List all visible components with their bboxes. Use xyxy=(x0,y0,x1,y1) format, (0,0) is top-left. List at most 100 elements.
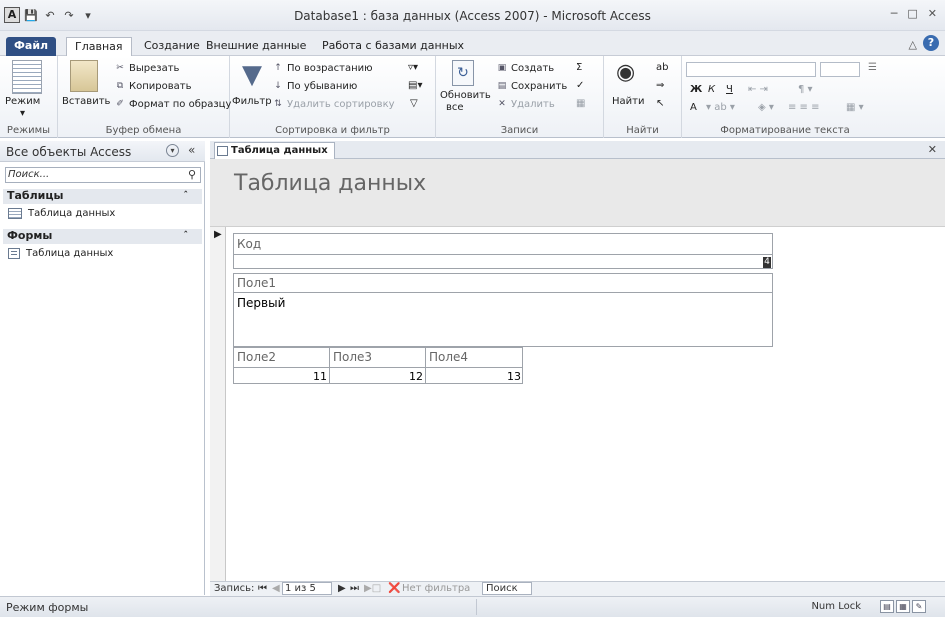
advanced-filter-icon[interactable]: ▤▾ xyxy=(408,80,422,91)
totals-icon[interactable]: Σ xyxy=(576,62,582,73)
underline-button[interactable]: Ч xyxy=(726,84,733,95)
select-icon[interactable]: ↖ xyxy=(656,98,664,109)
minimize-icon[interactable]: ─ xyxy=(891,7,898,20)
more-icon[interactable]: ▦ xyxy=(576,98,585,109)
font-color-button[interactable]: A xyxy=(690,102,697,113)
nav-pane-header[interactable]: Все объекты Access ▾ « xyxy=(0,141,205,162)
pole1-frame xyxy=(233,273,773,347)
binoculars-icon[interactable]: ◉ xyxy=(616,60,635,85)
tab-create[interactable]: Создание xyxy=(136,37,208,56)
refresh-all-button[interactable]: Обновить xyxy=(440,90,491,101)
remove-sort-label: Удалить сортировку xyxy=(287,98,395,110)
new-record-label: Создать xyxy=(511,62,555,74)
nav-item-form-label: Таблица данных xyxy=(26,248,114,259)
cut-button[interactable]: ✂ Вырезать xyxy=(114,62,179,74)
filter-status[interactable]: Нет фильтра xyxy=(402,583,470,594)
brush-icon: ✐ xyxy=(116,99,124,109)
record-label: Запись: xyxy=(214,583,255,594)
goto-icon[interactable]: ⇒ xyxy=(656,80,664,91)
format-painter-button[interactable]: ✐ Формат по образцу xyxy=(114,98,231,110)
scissors-icon: ✂ xyxy=(116,63,124,73)
group-clipboard: Вставить ✂ Вырезать ⧉ Копировать ✐ Формат п… xyxy=(58,56,231,138)
form-icon xyxy=(8,248,20,259)
gridlines-icon[interactable]: ▦ ▾ xyxy=(846,102,864,113)
nav-search-input[interactable]: Поиск... xyxy=(5,167,201,183)
selection-filter-icon[interactable]: ▿▾ xyxy=(408,62,418,73)
indent-icons[interactable]: ⇤ ⇥ xyxy=(748,84,768,95)
pole1-field[interactable]: Первый xyxy=(237,296,285,310)
nav-item-table[interactable]: Таблица данных xyxy=(8,208,115,219)
filter-button[interactable]: Фильтр xyxy=(232,96,272,107)
record-selector[interactable]: ▶ xyxy=(210,227,226,591)
nav-section-forms[interactable]: Формы ˆ xyxy=(3,229,202,244)
current-record-input[interactable]: 1 из 5 xyxy=(282,582,332,595)
group-sort-filter: ▼ Фильтр ↑ По возрастанию ↓ По убыванию ⇅ У… xyxy=(230,56,436,138)
fill-color-icon[interactable]: ◈ ▾ xyxy=(758,102,774,113)
font-size-select[interactable] xyxy=(820,62,860,77)
collapse-pane-icon[interactable]: « xyxy=(188,143,195,157)
view-icon[interactable] xyxy=(12,60,42,94)
group-views: Режим ▾ Режимы xyxy=(0,56,58,138)
list-icon[interactable]: ☰ xyxy=(868,62,877,73)
font-name-select[interactable] xyxy=(686,62,816,77)
document-tab[interactable]: Таблица данных xyxy=(214,142,335,159)
record-search-input[interactable]: Поиск xyxy=(482,582,532,595)
highlight-icon[interactable]: ▾ ab ▾ xyxy=(706,102,735,113)
align-icons[interactable]: ≡ ≡ ≡ xyxy=(788,102,820,113)
refresh-all-button-2[interactable]: все xyxy=(446,102,464,113)
close-document-icon[interactable]: ✕ xyxy=(928,143,937,156)
new-record-button[interactable]: ▣ Создать xyxy=(496,62,554,74)
save-record-button[interactable]: ▤ Сохранить xyxy=(496,80,568,92)
next-record-icon[interactable]: ▶ xyxy=(338,583,346,594)
refresh-icon[interactable]: ↻ xyxy=(452,60,474,86)
help-icon[interactable]: ? xyxy=(923,35,939,51)
tab-home[interactable]: Главная xyxy=(66,37,132,56)
ribbon-tabs: Файл Главная Создание Внешние данные Раб… xyxy=(0,31,945,56)
nav-dropdown-icon[interactable]: ▾ xyxy=(166,144,179,157)
table-icon xyxy=(8,208,22,219)
tab-external-data[interactable]: Внешние данные xyxy=(198,37,314,56)
remove-sort-button[interactable]: ⇅ Удалить сортировку xyxy=(272,98,395,110)
paragraph-icon[interactable]: ¶ ▾ xyxy=(798,84,813,95)
kod-frame xyxy=(233,233,773,269)
nav-item-form[interactable]: Таблица данных xyxy=(8,248,113,259)
replace-icon[interactable]: ab xyxy=(656,62,668,73)
toggle-filter-icon[interactable]: ▽ xyxy=(410,98,418,109)
first-record-icon[interactable]: ⏮ xyxy=(258,583,267,594)
paste-icon[interactable] xyxy=(70,60,98,92)
spelling-icon[interactable]: ✓ xyxy=(576,80,584,91)
search-icon[interactable]: ⚲ xyxy=(188,168,196,181)
layout-view-icon[interactable]: ▦ xyxy=(896,600,910,613)
pole3-field[interactable]: 12 xyxy=(329,370,423,383)
sort-desc-label: По убыванию xyxy=(287,80,358,92)
italic-button[interactable]: К xyxy=(708,84,715,95)
sort-ascending-button[interactable]: ↑ По возрастанию xyxy=(272,62,372,74)
close-icon[interactable]: ✕ xyxy=(928,7,937,20)
chevron-up-icon: ˆ xyxy=(183,231,189,241)
minimize-ribbon-icon[interactable]: △ xyxy=(909,38,917,51)
new-blank-record-icon[interactable]: ▶□ xyxy=(364,583,381,594)
tab-file[interactable]: Файл xyxy=(6,37,57,56)
delete-record-button[interactable]: ✕ Удалить xyxy=(496,98,555,110)
filter-icon[interactable]: ▼ xyxy=(242,60,262,90)
pole2-field[interactable]: 11 xyxy=(233,370,327,383)
form-view-icon[interactable]: ▤ xyxy=(880,600,894,613)
chevron-up-icon: ˆ xyxy=(183,191,189,201)
prev-record-icon[interactable]: ◀ xyxy=(272,583,280,594)
tab-database-tools[interactable]: Работа с базами данных xyxy=(314,37,472,56)
last-record-icon[interactable]: ⏭ xyxy=(350,583,359,594)
copy-icon: ⧉ xyxy=(116,81,124,91)
nav-pane-title[interactable]: Все объекты Access xyxy=(6,145,131,159)
view-dropdown-icon[interactable]: ▾ xyxy=(20,108,25,119)
paste-button[interactable]: Вставить xyxy=(62,96,110,107)
pole4-field[interactable]: 13 xyxy=(425,370,521,383)
kod-field[interactable]: 4 xyxy=(763,257,771,268)
maximize-icon[interactable]: □ xyxy=(907,7,917,20)
view-button[interactable]: Режим xyxy=(5,96,40,107)
design-view-icon[interactable]: ✎ xyxy=(912,600,926,613)
bold-button[interactable]: Ж xyxy=(690,84,702,95)
nav-section-tables[interactable]: Таблицы ˆ xyxy=(3,189,202,204)
find-button[interactable]: Найти xyxy=(612,96,644,107)
sort-descending-button[interactable]: ↓ По убыванию xyxy=(272,80,357,92)
copy-button[interactable]: ⧉ Копировать xyxy=(114,80,192,92)
